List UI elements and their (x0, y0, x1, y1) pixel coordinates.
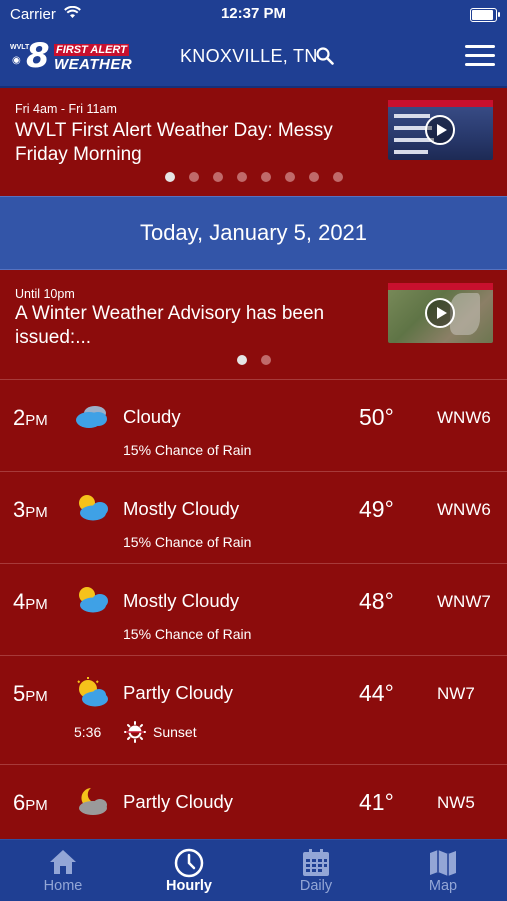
cloudy-icon (76, 406, 107, 428)
sunset-icon (124, 721, 146, 743)
location-label[interactable]: KNOXVILLE, TN (180, 46, 318, 67)
hourly-row[interactable]: 2PM Cloudy 50° WNW6 15% Chance of Rain (0, 379, 507, 471)
partly-cloudy-icon (77, 677, 108, 707)
carousel-dot[interactable] (308, 172, 319, 182)
wind-label: WNW7 (437, 592, 491, 611)
hourly-row[interactable]: 6PM Partly Cloudy 41° NW5 (0, 764, 507, 840)
story-title[interactable]: WVLT First Alert Weather Day: Messy Frid… (15, 119, 375, 167)
story-time-range: Until 10pm (15, 287, 75, 301)
temperature: 41° (359, 789, 394, 815)
wind-label: NW5 (437, 793, 475, 812)
play-icon[interactable] (425, 298, 455, 328)
tab-daily[interactable]: Daily (253, 840, 379, 901)
condition-label: Mostly Cloudy (123, 590, 240, 611)
wind-label: WNW6 (437, 408, 491, 427)
rain-chance: 15% Chance of Rain (123, 442, 252, 458)
condition-label: Mostly Cloudy (123, 498, 240, 519)
tab-hourly[interactable]: Hourly (126, 840, 252, 901)
tab-map[interactable]: Map (380, 840, 506, 901)
carousel-dots[interactable] (0, 172, 507, 182)
carousel-dot[interactable] (164, 172, 175, 182)
story-time-range: Fri 4am - Fri 11am (15, 102, 117, 116)
alert-story-2[interactable]: Until 10pm A Winter Weather Advisory has… (0, 269, 507, 379)
clock-icon (174, 848, 204, 878)
tab-bar: Home Hourly Daily Map (0, 839, 507, 901)
hour-label: 2PM (13, 405, 48, 430)
hour-label: 4PM (13, 589, 48, 614)
sunset-label: Sunset (153, 724, 197, 740)
map-icon (430, 850, 456, 876)
carousel-dot[interactable] (212, 172, 223, 182)
hour-label: 3PM (13, 497, 48, 522)
date-label: Today, January 5, 2021 (139, 220, 368, 245)
rain-chance: 15% Chance of Rain (123, 534, 252, 550)
play-icon[interactable] (425, 115, 455, 145)
cbs-eye-icon: ◉ (12, 55, 21, 66)
carousel-dot[interactable] (188, 172, 199, 182)
search-icon[interactable] (316, 47, 334, 65)
tab-home[interactable]: Home (0, 840, 126, 901)
hamburger-menu-icon[interactable] (465, 45, 495, 67)
rain-chance: 15% Chance of Rain (123, 626, 252, 642)
battery-icon (470, 8, 500, 22)
wind-label: NW7 (437, 684, 475, 703)
station-logo[interactable]: WVLT ◉ 8 FIRST ALERT WEATHER (10, 36, 132, 76)
mostly-cloudy-icon (79, 587, 108, 613)
wind-label: WNW6 (437, 500, 491, 519)
calendar-icon (303, 849, 329, 876)
status-bar: Carrier 12:37 PM (0, 0, 507, 28)
temperature: 44° (359, 680, 394, 706)
carousel-dot[interactable] (236, 172, 247, 182)
carousel-dot[interactable] (260, 355, 271, 365)
hour-label: 5PM (13, 681, 48, 706)
story-title[interactable]: A Winter Weather Advisory has been issue… (15, 302, 375, 350)
video-thumbnail[interactable] (388, 283, 493, 343)
hourly-row[interactable]: 5PM Partly Cloudy 44° NW7 5:36 Sunset (0, 655, 507, 764)
video-thumbnail[interactable] (388, 100, 493, 160)
sunset-time: 5:36 (74, 724, 102, 740)
hourly-row[interactable]: 3PM Mostly Cloudy 49° WNW6 15% Chance of… (0, 471, 507, 563)
hour-label: 6PM (13, 790, 48, 815)
temperature: 48° (359, 588, 394, 614)
temperature: 49° (359, 496, 394, 522)
alert-story-1[interactable]: Fri 4am - Fri 11am WVLT First Alert Weat… (0, 86, 507, 196)
condition-label: Partly Cloudy (123, 791, 234, 812)
hourly-row[interactable]: 4PM Mostly Cloudy 48° WNW7 15% Chance of… (0, 563, 507, 655)
partly-cloudy-night-icon (79, 788, 107, 815)
condition-label: Cloudy (123, 406, 181, 427)
home-icon (50, 850, 76, 874)
carousel-dots[interactable] (0, 355, 507, 365)
condition-label: Partly Cloudy (123, 682, 234, 703)
clock-time: 12:37 PM (220, 5, 287, 22)
carousel-dot[interactable] (284, 172, 295, 182)
temperature: 50° (359, 404, 394, 430)
carousel-dot[interactable] (260, 172, 271, 182)
app-header: WVLT ◉ 8 FIRST ALERT WEATHER KNOXVILLE, … (0, 28, 507, 88)
mostly-cloudy-icon (79, 495, 108, 521)
carousel-dot[interactable] (332, 172, 343, 182)
carousel-dot[interactable] (236, 355, 247, 365)
date-banner: Today, January 5, 2021 (0, 196, 507, 270)
